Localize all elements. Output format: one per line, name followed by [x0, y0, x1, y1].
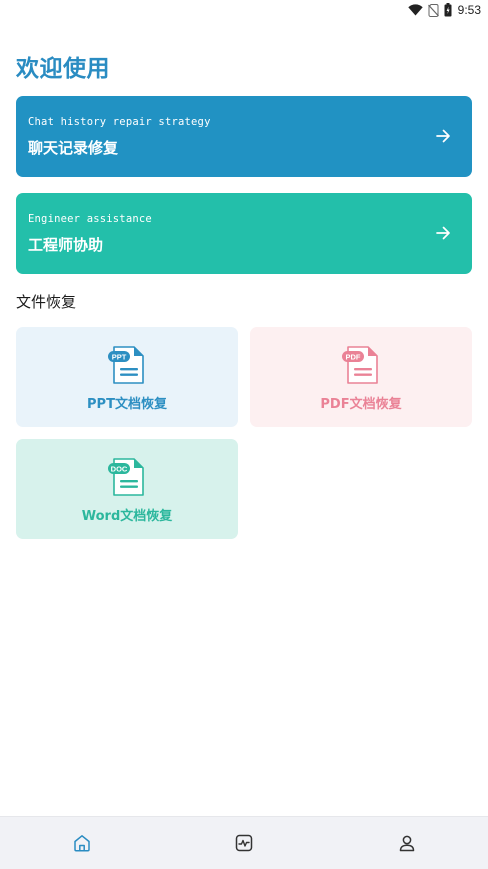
pdf-recovery-label: PDF文档恢复: [320, 397, 402, 412]
status-icons: 9:53: [407, 2, 481, 18]
card-title: 聊天记录修复: [28, 139, 119, 157]
home-icon[interactable]: [72, 833, 92, 853]
battery-icon: [444, 3, 452, 17]
card-subtitle: Engineer assistance: [28, 213, 152, 225]
doc-file-icon: DOC: [108, 458, 144, 496]
arrow-right-icon: [436, 129, 450, 143]
word-recovery-tile[interactable]: DOC Word文档恢复: [16, 439, 238, 539]
card-subtitle: Chat history repair strategy: [28, 116, 211, 128]
status-bar: 9:53: [0, 0, 488, 20]
pdf-recovery-tile[interactable]: PDF PDF文档恢复: [250, 327, 472, 427]
pdf-badge-text: PDF: [346, 353, 361, 362]
user-profile-icon[interactable]: [397, 833, 417, 853]
pdf-file-icon: PDF: [342, 346, 378, 384]
no-sim-icon: [427, 3, 439, 17]
status-time: 9:53: [457, 3, 481, 17]
activity-chart-icon[interactable]: [234, 833, 254, 853]
engineer-assistance-card[interactable]: Engineer assistance 工程师协助: [16, 193, 472, 274]
word-recovery-label: Word文档恢复: [81, 509, 173, 524]
arrow-right-icon: [436, 226, 450, 240]
ppt-recovery-tile[interactable]: PPT PPT文档恢复: [16, 327, 238, 427]
wifi-icon: [407, 4, 423, 16]
doc-badge-text: DOC: [111, 465, 128, 474]
ppt-file-icon: PPT: [108, 346, 144, 384]
page-title: 欢迎使用: [16, 56, 110, 82]
bottom-nav: [0, 816, 488, 869]
ppt-badge-text: PPT: [112, 353, 127, 362]
chat-history-repair-card[interactable]: Chat history repair strategy 聊天记录修复: [16, 96, 472, 177]
card-title: 工程师协助: [28, 236, 104, 254]
ppt-recovery-label: PPT文档恢复: [87, 397, 167, 412]
section-title-file-recovery: 文件恢复: [16, 293, 77, 311]
